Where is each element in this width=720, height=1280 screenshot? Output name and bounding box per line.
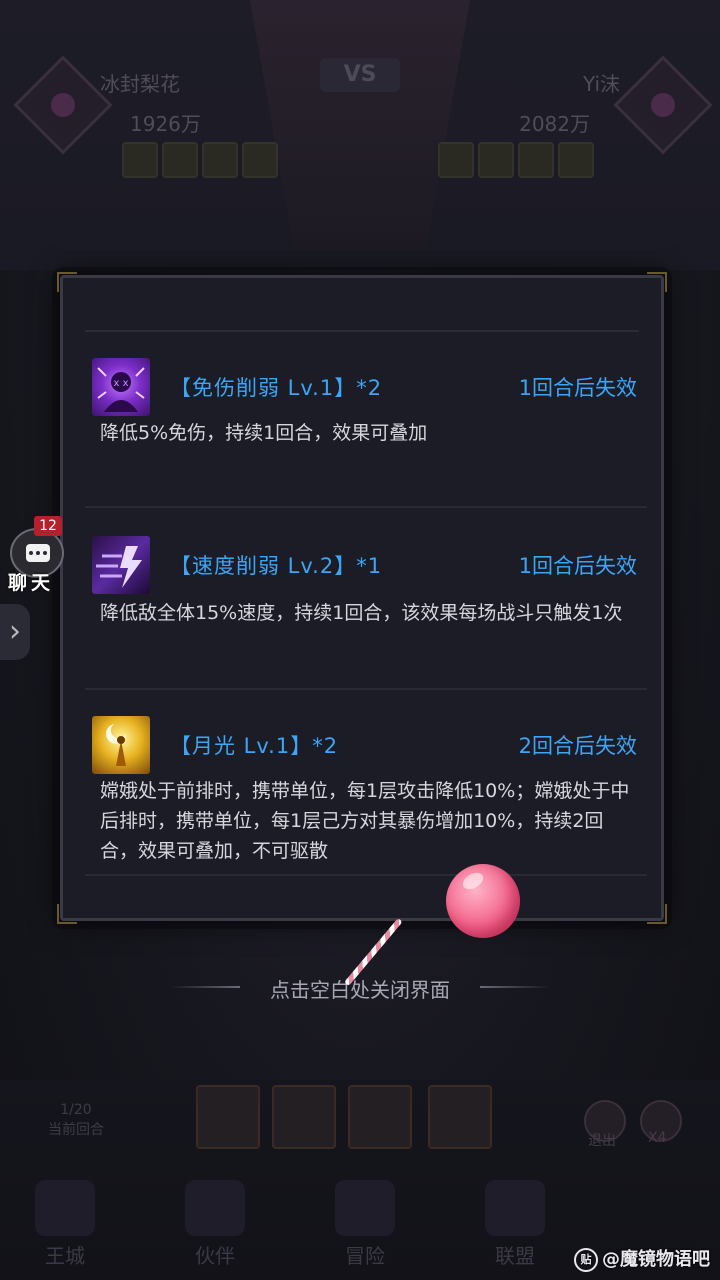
left-player-power: 1926万 [130,112,201,136]
vs-label: VS [320,58,400,92]
panel-divider [85,330,639,332]
watermark: 贴 @魔镜物语吧 [574,1245,710,1272]
nav-label: 冒险 [345,1244,385,1268]
left-team-slot [162,142,198,178]
buff-entry: x x 【免伤削弱 Lv.1】*2 1回合后失效 降低5%免伤，持续1回合，效果… [85,336,647,508]
partner-icon [185,1180,245,1236]
buff-name: 【速度削弱 Lv.2】*1 [170,554,383,578]
hero-card[interactable] [348,1085,412,1149]
right-team-slot [558,142,594,178]
panel-corner-ornament [57,904,77,924]
nav-label: 王城 [45,1244,85,1268]
speed-break-icon [92,536,150,594]
round-label: 当前回合 [48,1122,104,1138]
buff-entry: 【月光 Lv.1】*2 2回合后失效 嫦娥处于前排时，携带单位，每1层攻击降低1… [85,690,647,876]
close-hint[interactable]: 点击空白处关闭界面 [0,974,720,1003]
buff-divider [85,874,647,876]
buff-duration: 2回合后失效 [518,734,637,758]
nav-item-partner[interactable]: 伙伴 [150,1180,280,1270]
exit-label: 退出 [588,1133,616,1149]
nav-label: 联盟 [495,1244,535,1268]
panel-corner-ornament [647,272,667,292]
nav-label: 伙伴 [195,1244,235,1268]
adventure-icon [335,1180,395,1236]
chat-unread-badge: 12 [34,516,62,536]
buff-description: 降低5%免伤，持续1回合，效果可叠加 [100,422,428,444]
buff-entry: 【速度削弱 Lv.2】*1 1回合后失效 降低敌全体15%速度，持续1回合，该效… [85,508,647,690]
chat-label: 聊天 [8,572,55,594]
right-team-slot [438,142,474,178]
left-team-slot [122,142,158,178]
tieba-icon: 贴 [574,1248,598,1272]
nav-item-castle[interactable]: 王城 [0,1180,130,1270]
lollipop-cursor-icon [446,864,520,938]
buff-name: 【月光 Lv.1】*2 [170,734,339,758]
hero-card[interactable] [272,1085,336,1149]
buff-duration: 1回合后失效 [518,376,637,400]
panel-corner-ornament [647,904,667,924]
nav-item-adventure[interactable]: 冒险 [300,1180,430,1270]
castle-icon [35,1180,95,1236]
left-player-name: 冰封梨花 [100,72,180,96]
hero-card[interactable] [428,1085,492,1149]
round-count: 1/20 [60,1102,92,1118]
buff-name: 【免伤削弱 Lv.1】*2 [170,376,383,400]
round-counter: 1/20 当前回合 [48,1100,104,1140]
svg-text:x x: x x [113,378,128,389]
watermark-text: @魔镜物语吧 [602,1249,710,1270]
buff-duration: 1回合后失效 [518,554,637,578]
panel-corner-ornament [57,272,77,292]
right-player-name: Yi沫 [582,72,620,96]
nav-item-alliance[interactable]: 联盟 [450,1180,580,1270]
moonlight-icon [92,716,150,774]
shield-break-icon: x x [92,358,150,416]
right-player-power: 2082万 [519,112,590,136]
alliance-icon [485,1180,545,1236]
buff-detail-panel: x x 【免伤削弱 Lv.1】*2 1回合后失效 降低5%免伤，持续1回合，效果… [57,272,667,924]
right-team-slot [478,142,514,178]
buff-description: 嫦娥处于前排时，携带单位，每1层攻击降低10%；嫦娥处于中后排时，携带单位，每1… [100,780,630,862]
chevron-right-icon[interactable]: › [0,604,30,660]
left-team-slot [202,142,238,178]
chat-button[interactable]: 12 聊天 [4,516,66,594]
right-team-slot [518,142,554,178]
speed-label: X4 [648,1130,667,1146]
left-team-slot [242,142,278,178]
buff-description: 降低敌全体15%速度，持续1回合，该效果每场战斗只触发1次 [100,602,623,624]
hero-card[interactable] [196,1085,260,1149]
